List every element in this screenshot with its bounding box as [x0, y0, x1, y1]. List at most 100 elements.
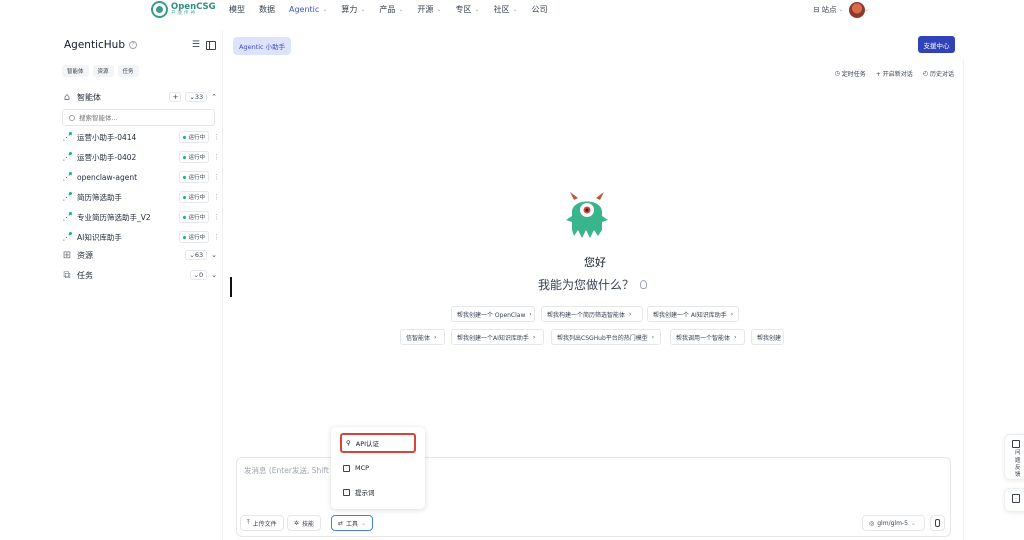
agent-list-item[interactable]: ⋰ 运营小助手-0414 运行中 ⋮	[61, 130, 220, 144]
site-selector[interactable]: ⊟ 站点 ⌄	[813, 4, 843, 15]
nav-item-3[interactable]: 算力 ⌄	[341, 4, 365, 15]
sidebar-tab-0[interactable]: 智能体	[62, 65, 89, 77]
dropdown-item-api-auth[interactable]: ⚲ API认证	[340, 433, 416, 453]
add-agent-button[interactable]: +	[169, 92, 182, 102]
agent-list-item[interactable]: ⋰ AI知识库助手 运行中 ⋮	[61, 230, 220, 244]
status-badge: 运行中	[179, 211, 209, 223]
chevron-right-icon: ›	[730, 310, 734, 318]
suggestion-label: 帮我构建一个简历筛选智能体	[547, 311, 626, 319]
nav-item-2[interactable]: Agentic ⌄	[289, 4, 327, 15]
agent-list-item[interactable]: ⋰ 运营小助手-0402 运行中 ⋮	[61, 150, 220, 164]
chevron-down-icon: ⌄	[322, 6, 328, 13]
agent-icon: ⋰	[62, 211, 72, 222]
status-text: 运行中	[188, 175, 205, 181]
more-icon[interactable]: ⋮	[213, 193, 220, 201]
agent-search-input[interactable]	[79, 113, 209, 122]
chevron-down-icon[interactable]: ⌄	[211, 271, 217, 279]
more-icon[interactable]: ⋮	[213, 213, 220, 221]
agent-name: 运营小助手-0402	[77, 152, 137, 162]
suggestion-chip[interactable]: 帮我创建一个 AI知识库助手 ›	[647, 306, 739, 322]
section-agents[interactable]: ⌂ 智能体 + ⌄ 33 ⌃	[61, 90, 217, 104]
top-link-label: 定时任务	[841, 71, 866, 78]
chevron-down-icon: ⌄	[512, 6, 518, 13]
upload-icon: ⤒	[247, 519, 250, 526]
tasks-count[interactable]: ⌄ 0	[189, 270, 208, 280]
top-link-1[interactable]: + 开启新对话	[876, 69, 913, 78]
chevron-down-icon: ⌄	[910, 519, 916, 527]
site-icon: ⊟	[813, 5, 820, 14]
agents-count[interactable]: ⌄ 33	[185, 92, 208, 102]
status-badge: 运行中	[179, 151, 209, 163]
status-text: 运行中	[188, 195, 205, 201]
suggestion-label: 帮我创建一个AI知识库助手	[457, 334, 529, 342]
status-badge: 运行中	[179, 191, 209, 203]
dropdown-item-mcp[interactable]: MCP	[339, 458, 417, 478]
more-icon[interactable]: ⋮	[213, 173, 220, 181]
chevron-down-icon: ⌄	[838, 6, 844, 13]
skill-button[interactable]: ✲ 技能	[287, 515, 322, 531]
suggestion-label: 信智能体	[406, 334, 431, 342]
nav-item-5[interactable]: 开源 ⌄	[417, 4, 441, 15]
nav-item-label: 数据	[259, 5, 275, 14]
support-center-button[interactable]: 支援中心	[918, 36, 955, 53]
sidebar: AgenticHub ? ☰ 智能体资源任务 ⌂ 智能体 + ⌄33 ⌃ ⋰运营…	[55, 31, 223, 540]
nav-item-8[interactable]: 公司	[532, 4, 548, 15]
chat-float-button[interactable]	[1004, 488, 1024, 512]
sidebar-tab-2[interactable]: 任务	[117, 65, 139, 77]
nav-item-7[interactable]: 社区 ⌄	[493, 4, 517, 15]
section-tasks[interactable]: ⧉ 任务 ⌄ 0 ⌄	[61, 268, 217, 282]
top-link-2[interactable]: ◴ 历史对话	[923, 69, 954, 78]
agent-name: 专业简历筛选助手_V2	[77, 212, 151, 222]
chevron-down-icon: ⌄	[436, 6, 442, 13]
more-icon[interactable]: ⋮	[213, 153, 220, 161]
help-icon[interactable]: ?	[129, 41, 137, 49]
more-icon[interactable]: ⋮	[213, 133, 220, 141]
sidebar-tab-1[interactable]: 资源	[92, 65, 114, 77]
opencsg-logo[interactable]: OpenCSG 开放传神	[151, 1, 216, 18]
conversation-actions: ◷ 定时任务 + 开启新对话 ◴ 历史对话	[835, 69, 954, 78]
nav-item-1[interactable]: 数据	[259, 4, 275, 15]
chevron-right-icon: ›	[532, 333, 536, 341]
more-icon[interactable]: ⋮	[213, 233, 220, 241]
model-selector[interactable]: ◎ glm/glm-5 ⌄	[862, 515, 925, 531]
chat-input-placeholder: 发消息 (Enter发送, Shift	[244, 466, 329, 475]
feedback-float-button[interactable]: 问题 反馈	[1004, 434, 1024, 480]
suggestion-label: 帮我调用一个智能体	[676, 334, 731, 342]
nav-item-4[interactable]: 产品 ⌄	[379, 4, 403, 15]
suggestion-chip[interactable]: 帮我创建	[751, 329, 784, 345]
suggestion-chip[interactable]: 帮我创建一个AI知识库助手 ›	[451, 329, 544, 345]
agent-list-item[interactable]: ⋰ 专业简历筛选助手_V2 运行中 ⋮	[61, 210, 220, 224]
suggestion-chip[interactable]: 帮我调用一个智能体 ›	[670, 329, 745, 345]
microphone-button[interactable]	[930, 515, 945, 531]
suggestion-chip[interactable]: 帮我列出CSGHub平台的热门模型 ›	[551, 329, 661, 345]
agent-list-item[interactable]: ⋰ openclaw-agent 运行中 ⋮	[61, 170, 220, 184]
top-link-0[interactable]: ◷ 定时任务	[835, 69, 866, 78]
assistant-chip[interactable]: Agentic 小助手	[233, 37, 292, 55]
chevron-up-icon[interactable]: ⌃	[211, 93, 217, 101]
tools-button[interactable]: ⇄ 工具 ⌄	[331, 515, 374, 531]
text-cursor	[230, 277, 232, 297]
sidebar-toggle-icon[interactable]	[206, 40, 216, 50]
agent-name: AI知识库助手	[77, 232, 122, 242]
nav-item-6[interactable]: 专区 ⌄	[455, 4, 479, 15]
chevron-down-icon: ⌄	[360, 6, 366, 13]
logo-sub: 开放传神	[171, 11, 197, 16]
suggestion-chip[interactable]: 帮我构建一个简历筛选智能体 ›	[541, 306, 643, 322]
agent-list-item[interactable]: ⋰ 简历筛选助手 运行中 ⋮	[61, 190, 220, 204]
suggestion-chip[interactable]: 帮我创建一个 OpenClaw ›	[451, 306, 535, 322]
upload-file-button[interactable]: ⤒ 上传文件	[240, 515, 284, 531]
status-dot-icon	[183, 235, 187, 239]
skill-icon: ✲	[294, 519, 300, 527]
dropdown-item-prompt[interactable]: 提示词	[339, 482, 417, 502]
status-text: 运行中	[188, 155, 205, 161]
mascot-icon	[566, 192, 608, 238]
outline-list-icon[interactable]: ☰	[192, 40, 200, 50]
site-label: 站点	[821, 5, 837, 14]
status-dot-icon	[183, 215, 187, 219]
status-dot-icon	[183, 195, 187, 199]
nav-item-label: 产品	[379, 5, 396, 14]
status-badge: 运行中	[179, 131, 209, 143]
user-avatar[interactable]	[849, 2, 865, 18]
nav-item-0[interactable]: 模型	[229, 4, 245, 15]
suggestion-chip[interactable]: 信智能体 ›	[400, 329, 445, 345]
